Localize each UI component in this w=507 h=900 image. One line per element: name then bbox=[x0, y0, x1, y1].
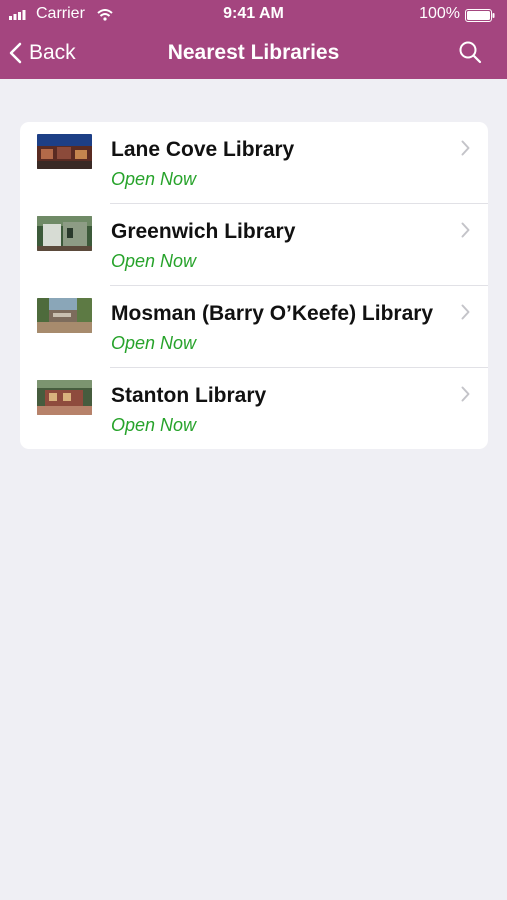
chevron-right-icon bbox=[461, 386, 470, 402]
library-thumbnail bbox=[37, 298, 92, 333]
open-status: Open Now bbox=[111, 169, 197, 189]
page-title: Nearest Libraries bbox=[167, 41, 340, 64]
chevron-right-icon bbox=[461, 222, 470, 238]
header: Carrier 9:41 AM 100% Back Nearest Librar… bbox=[0, 0, 507, 79]
list-item[interactable]: Lane Cove Library Open Now bbox=[20, 122, 488, 204]
list-item[interactable]: Greenwich Library Open Now bbox=[20, 204, 488, 286]
open-status: Open Now bbox=[111, 251, 197, 271]
library-name: Lane Cove Library bbox=[111, 138, 295, 161]
library-list: Lane Cove Library Open Now Greenwich Lib… bbox=[20, 122, 488, 449]
library-thumbnail bbox=[37, 134, 92, 169]
open-status: Open Now bbox=[111, 333, 197, 353]
nav-bar: Back Nearest Libraries bbox=[0, 30, 507, 79]
list-item[interactable]: Mosman (Barry O’Keefe) Library Open Now bbox=[20, 286, 488, 368]
library-name: Greenwich Library bbox=[111, 220, 296, 243]
open-status: Open Now bbox=[111, 415, 197, 435]
battery-icon bbox=[465, 9, 495, 22]
list-item[interactable]: Stanton Library Open Now bbox=[20, 368, 488, 449]
library-thumbnail bbox=[37, 216, 92, 251]
library-thumbnail bbox=[37, 380, 92, 415]
chevron-right-icon bbox=[461, 304, 470, 320]
library-name: Mosman (Barry O’Keefe) Library bbox=[111, 302, 434, 325]
library-name: Stanton Library bbox=[111, 384, 267, 407]
status-bar: Carrier 9:41 AM 100% bbox=[0, 0, 507, 30]
battery-percent: 100% bbox=[419, 5, 460, 22]
chevron-right-icon bbox=[461, 140, 470, 156]
search-icon[interactable] bbox=[458, 40, 482, 64]
